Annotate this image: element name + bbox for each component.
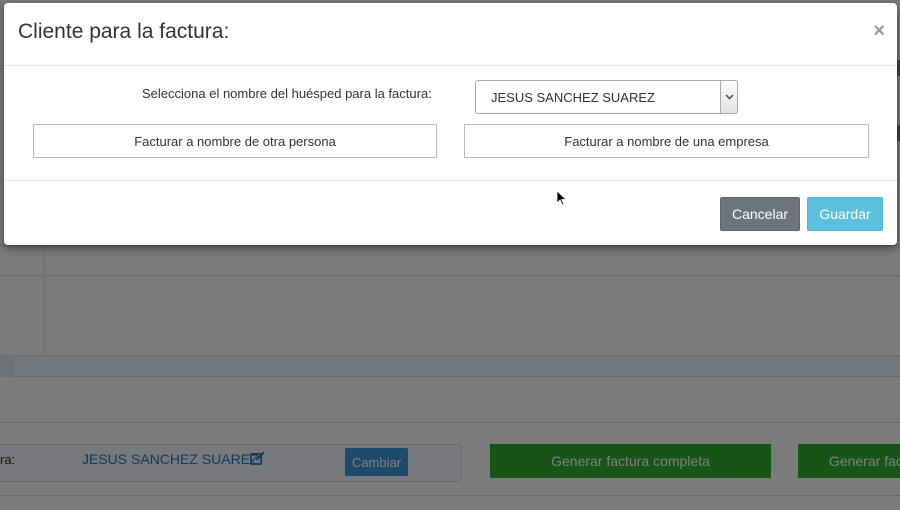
invoice-company-button[interactable]: Facturar a nombre de una empresa xyxy=(464,124,869,158)
guest-select[interactable]: JESUS SANCHEZ SUAREZ xyxy=(475,80,738,114)
guest-select-label: Selecciona el nombre del huésped para la… xyxy=(142,86,432,101)
chevron-down-icon[interactable] xyxy=(720,80,738,114)
modal-header: Cliente para la factura: × xyxy=(4,3,897,66)
save-button[interactable]: Guardar xyxy=(807,197,883,231)
invoice-other-person-button[interactable]: Facturar a nombre de otra persona xyxy=(33,124,437,158)
modal-title: Cliente para la factura: xyxy=(18,20,230,43)
close-icon[interactable]: × xyxy=(873,21,885,41)
modal-footer: Cancelar Guardar xyxy=(4,181,897,245)
cancel-button[interactable]: Cancelar xyxy=(720,197,800,231)
invoice-client-modal: Cliente para la factura: × Selecciona el… xyxy=(4,3,897,245)
guest-select-value: JESUS SANCHEZ SUAREZ xyxy=(491,90,655,105)
mouse-cursor-icon xyxy=(556,190,568,206)
modal-body: Selecciona el nombre del huésped para la… xyxy=(4,66,897,181)
